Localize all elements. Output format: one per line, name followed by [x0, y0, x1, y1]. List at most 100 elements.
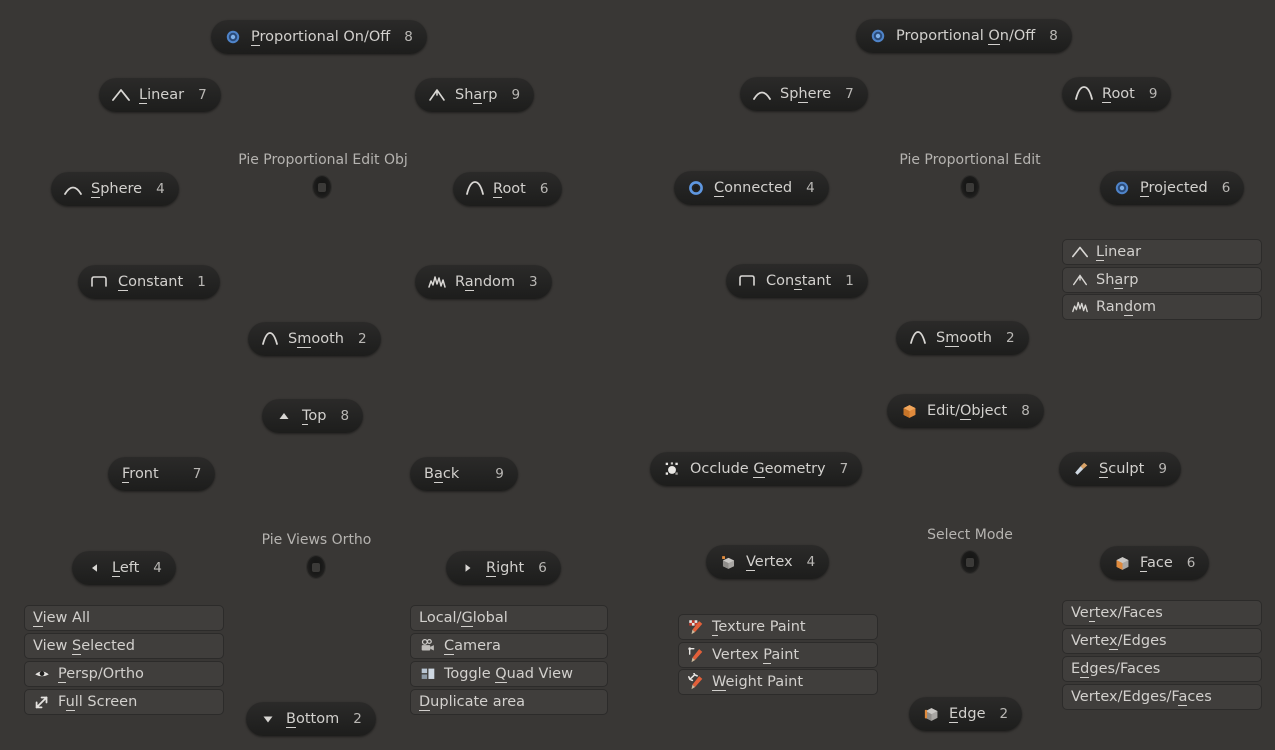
pie-button-root[interactable]: Root 9 — [1062, 77, 1172, 111]
texture-paint-icon — [687, 618, 705, 636]
pie-button-label: Edge — [949, 706, 986, 723]
pie-title-views-ortho: Pie Views Ortho — [261, 532, 372, 548]
falloff-smooth-icon — [260, 329, 280, 349]
list-item-full-screen[interactable]: Full Screen — [24, 689, 224, 715]
pie-button-constant[interactable]: Constant 1 — [78, 265, 220, 299]
falloff-sphere-icon — [752, 84, 772, 104]
list-item-label: Vertex/Faces — [1071, 605, 1163, 622]
pie-button-label: Face — [1140, 555, 1173, 572]
pie-button-root[interactable]: Root 6 — [453, 172, 563, 206]
list-item-random[interactable]: Random — [1062, 294, 1262, 320]
list-item-local-global[interactable]: Local/Global — [410, 605, 608, 631]
list-item-label: Camera — [444, 638, 501, 655]
list-item-sharp[interactable]: Sharp — [1062, 267, 1262, 293]
sculpt-brush-icon — [1071, 459, 1091, 479]
list-item-vertex-edges-faces[interactable]: Vertex/Edges/Faces — [1062, 684, 1262, 710]
pie-button-back[interactable]: Back 9 — [410, 457, 518, 491]
list-item-label: Toggle Quad View — [444, 666, 573, 683]
list-item-view-all[interactable]: View All — [24, 605, 224, 631]
pie-center-gizmo[interactable] — [307, 556, 325, 578]
pie-button-proportional-on-off[interactable]: Proportional On/Off 8 — [211, 20, 427, 54]
pie-button-right[interactable]: Right 6 — [446, 551, 561, 585]
pie-button-projected[interactable]: Projected 6 — [1100, 171, 1245, 205]
pie-button-front[interactable]: Front 7 — [108, 457, 216, 491]
pie-button-label: Proportional On/Off — [896, 28, 1036, 45]
pie-button-key: 8 — [1049, 28, 1058, 44]
pie-button-key: 4 — [156, 181, 165, 197]
list-item-vertex-edges[interactable]: Vertex/Edges — [1062, 628, 1262, 654]
falloff-root-icon — [465, 179, 485, 199]
list-item-label: View Selected — [33, 638, 135, 655]
pie-button-key: 2 — [999, 706, 1009, 722]
pie-button-label: Smooth — [288, 331, 344, 348]
pie-button-key: 8 — [340, 408, 350, 424]
pie-center-gizmo[interactable] — [961, 176, 979, 198]
pie-button-key: 6 — [1186, 555, 1196, 571]
pie-button-smooth[interactable]: Smooth 2 — [248, 322, 381, 356]
list-item-label: Sharp — [1096, 272, 1139, 289]
list-item-label: Vertex Paint — [712, 647, 800, 664]
pie-button-label: Bottom — [286, 711, 340, 728]
pie-button-sharp[interactable]: Sharp 9 — [415, 78, 535, 112]
list-item-duplicate-area[interactable]: Duplicate area — [410, 689, 608, 715]
weight-paint-icon — [687, 673, 705, 691]
list-item-label: Texture Paint — [712, 619, 806, 636]
pie-button-vertex[interactable]: Vertex 4 — [706, 545, 830, 579]
pie-button-key: 9 — [511, 87, 521, 103]
pie-button-sphere[interactable]: Sphere 7 — [740, 77, 868, 111]
pie-button-left[interactable]: Left 4 — [72, 551, 176, 585]
pie-button-bottom[interactable]: Bottom 2 — [246, 702, 376, 736]
falloff-random-icon — [427, 272, 447, 292]
pie-button-label: Occlude Geometry — [690, 461, 826, 478]
list-item-vertex-faces[interactable]: Vertex/Faces — [1062, 600, 1262, 626]
triangle-left-icon — [84, 558, 104, 578]
list-item-camera[interactable]: Camera — [410, 633, 608, 659]
pie-button-label: Root — [493, 181, 526, 198]
falloff-constant-icon — [90, 272, 110, 292]
pie-button-key: 6 — [1221, 180, 1231, 196]
list-item-vertex-paint[interactable]: Vertex Paint — [678, 642, 878, 668]
cube-object-icon — [899, 401, 919, 421]
falloff-sphere-icon — [63, 179, 83, 199]
pie-button-occlude-geometry[interactable]: Occlude Geometry 7 — [650, 452, 863, 486]
pie-button-sphere[interactable]: Sphere 4 — [51, 172, 179, 206]
list-item-edges-faces[interactable]: Edges/Faces — [1062, 656, 1262, 682]
list-item-linear[interactable]: Linear — [1062, 239, 1262, 265]
list-item-texture-paint[interactable]: Texture Paint — [678, 614, 878, 640]
pie-button-label: Linear — [139, 87, 185, 104]
list-item-label: Linear — [1096, 244, 1142, 261]
pie-button-connected[interactable]: Connected 4 — [674, 171, 829, 205]
pie-button-random[interactable]: Random 3 — [415, 265, 552, 299]
pie-button-key: 7 — [198, 87, 207, 103]
pie-button-face[interactable]: Face 6 — [1100, 546, 1210, 580]
pie-center-gizmo[interactable] — [313, 176, 331, 198]
list-item-persp-ortho[interactable]: Persp/Ortho — [24, 661, 224, 687]
list-item-label: Duplicate area — [419, 694, 526, 711]
pie-button-sculpt[interactable]: Sculpt 9 — [1059, 452, 1181, 486]
list-item-weight-paint[interactable]: Weight Paint — [678, 669, 878, 695]
pie-button-label: Connected — [714, 180, 793, 197]
list-item-view-selected[interactable]: View Selected — [24, 633, 224, 659]
radio-on-icon — [868, 26, 888, 46]
list-item-label: Persp/Ortho — [58, 666, 144, 683]
pie-button-smooth[interactable]: Smooth 2 — [896, 321, 1029, 355]
pie-center-gizmo[interactable] — [961, 551, 979, 573]
list-item-label: Vertex/Edges — [1071, 633, 1167, 650]
pie-button-linear[interactable]: Linear 7 — [99, 78, 221, 112]
pie-button-key: 7 — [839, 461, 849, 477]
pie-button-edge[interactable]: Edge 2 — [909, 697, 1023, 731]
pie-menu-canvas: Pie Proportional Edit Obj Proportional O… — [0, 0, 1275, 750]
pie-button-edit-object[interactable]: Edit/Object 8 — [887, 394, 1044, 428]
pie-button-constant[interactable]: Constant 1 — [726, 264, 868, 298]
pie-button-key: 6 — [538, 560, 547, 576]
falloff-linear-icon — [111, 85, 131, 105]
falloff-root-icon — [1074, 84, 1094, 104]
pie-button-proportional-on-off[interactable]: Proportional On/Off 8 — [856, 19, 1072, 53]
list-item-toggle-quad-view[interactable]: Toggle Quad View — [410, 661, 608, 687]
pie-button-key: 6 — [539, 181, 549, 197]
falloff-sharp-icon — [1071, 271, 1089, 289]
pie-button-key: 2 — [353, 711, 362, 727]
pie-button-top[interactable]: Top 8 — [262, 399, 364, 433]
pie-button-label: Smooth — [936, 330, 992, 347]
vertex-cube-icon — [718, 552, 738, 572]
